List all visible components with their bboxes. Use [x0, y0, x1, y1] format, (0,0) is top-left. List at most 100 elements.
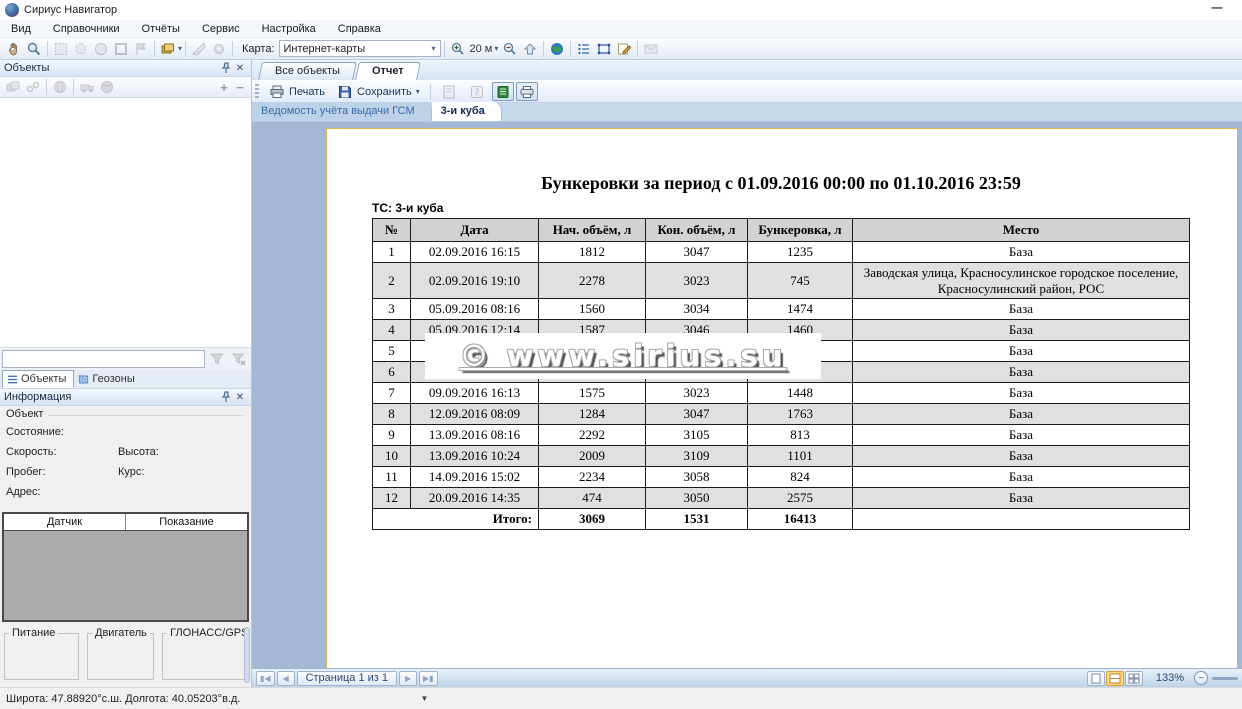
pin-icon[interactable]: [219, 390, 233, 404]
first-page-button[interactable]: ▮◀: [256, 671, 275, 686]
mail-icon[interactable]: [641, 40, 661, 58]
menu-reports[interactable]: Отчёты: [131, 21, 191, 37]
zoom-in-icon[interactable]: [448, 40, 468, 58]
marker-globe-icon[interactable]: [97, 78, 117, 96]
globe-icon[interactable]: [547, 40, 567, 58]
menu-view[interactable]: Вид: [0, 21, 42, 37]
tab-objects[interactable]: Объекты: [2, 370, 74, 388]
toolbar-separator: [185, 41, 186, 57]
add-group-icon[interactable]: [3, 78, 23, 96]
objects-list[interactable]: [0, 98, 251, 348]
zoom-slider[interactable]: [1212, 677, 1238, 680]
select-polygon-icon[interactable]: [71, 40, 91, 58]
ruler-icon[interactable]: [189, 40, 209, 58]
pin-icon[interactable]: [219, 61, 233, 75]
close-icon[interactable]: ✕: [233, 390, 247, 404]
toolbar-grip[interactable]: [255, 84, 259, 100]
table-cell-date: 13.09.2016 08:16: [411, 425, 539, 446]
last-page-button[interactable]: ▶▮: [419, 671, 438, 686]
table-cell-date: 13.09.2016 10:24: [411, 446, 539, 467]
title-bar: Сириус Навигатор —: [0, 0, 1242, 20]
collapse-all-button[interactable]: −: [232, 79, 248, 95]
table-cell-place: Заводская улица, Красносулинское городск…: [853, 263, 1190, 299]
home-view-icon[interactable]: [520, 40, 540, 58]
page-setup-button[interactable]: [436, 82, 462, 101]
single-page-view-button[interactable]: [1087, 671, 1105, 686]
select-circle-icon[interactable]: [91, 40, 111, 58]
toolbar-separator: [154, 41, 155, 57]
tab-fuel-ledger[interactable]: Ведомость учёта выдачи ГСМ: [252, 102, 432, 121]
report-view-toggle-button[interactable]: [492, 82, 514, 101]
glonass-label: ГЛОНАСС/GPS: [167, 627, 251, 639]
selection-frame-icon[interactable]: [594, 40, 614, 58]
sensor-col-header: Датчик: [4, 514, 126, 530]
next-page-button[interactable]: ▶: [399, 671, 417, 686]
search-input[interactable]: [2, 350, 205, 368]
map-source-select[interactable]: Интернет-карты ▾: [279, 40, 441, 57]
zoom-level-select[interactable]: 20 м ▾: [470, 43, 499, 55]
minimize-button[interactable]: —: [1206, 2, 1228, 16]
expand-all-button[interactable]: +: [216, 79, 232, 95]
save-button[interactable]: Сохранить ▾: [332, 82, 425, 101]
table-cell-end: 3109: [646, 446, 748, 467]
close-icon[interactable]: ✕: [233, 61, 247, 75]
sensor-table: Датчик Показание: [2, 512, 249, 622]
print-preview-button[interactable]: [516, 82, 538, 101]
toolbar-separator: [543, 41, 544, 57]
tab-geozones[interactable]: Геозоны: [74, 370, 141, 388]
total-end-vol: 1531: [646, 509, 748, 530]
table-cell-end: 3050: [646, 488, 748, 509]
menu-directories[interactable]: Справочники: [42, 21, 131, 37]
globe-small-icon[interactable]: [50, 78, 70, 96]
zoom-select-icon[interactable]: [24, 40, 44, 58]
table-header-row: № Дата Нач. объём, л Кон. объём, л Бунке…: [373, 219, 1190, 242]
layers-dropdown-caret[interactable]: ▾: [178, 44, 182, 53]
table-row: 1220.09.2016 14:3547430502575База: [373, 488, 1190, 509]
legend-list-icon[interactable]: [574, 40, 594, 58]
menu-settings[interactable]: Настройка: [251, 21, 327, 37]
status-dropdown-caret[interactable]: ▼: [420, 694, 428, 703]
layers-icon[interactable]: [158, 40, 178, 58]
tab-3i-kuba[interactable]: 3-и куба: [432, 102, 502, 121]
print-button[interactable]: Печать: [264, 82, 330, 101]
pan-hand-icon[interactable]: [4, 40, 24, 58]
fit-width-view-button[interactable]: [1106, 671, 1124, 686]
multi-page-view-button[interactable]: [1125, 671, 1143, 686]
table-cell-fuel: 1474: [748, 299, 853, 320]
col-header-start-vol: Нач. объём, л: [539, 219, 646, 242]
scrollbar[interactable]: [244, 627, 250, 683]
menu-help[interactable]: Справка: [327, 21, 392, 37]
table-row: 1013.09.2016 10:24200931091101База: [373, 446, 1190, 467]
vehicle-icon[interactable]: [77, 78, 97, 96]
table-cell-start: 474: [539, 488, 646, 509]
window-title: Сириус Навигатор: [24, 4, 117, 16]
tab-report[interactable]: Отчет: [355, 62, 421, 80]
select-area-icon[interactable]: [111, 40, 131, 58]
reading-col-header: Показание: [126, 514, 247, 530]
clear-filter-icon[interactable]: [229, 350, 249, 368]
table-cell-n: 9: [373, 425, 411, 446]
edit-note-icon[interactable]: [614, 40, 634, 58]
objects-panel-header: Объекты ✕: [0, 60, 251, 77]
menu-service[interactable]: Сервис: [191, 21, 251, 37]
table-cell-place: База: [853, 362, 1190, 383]
save-dropdown-caret[interactable]: ▾: [416, 87, 420, 96]
col-header-bunkering: Бункеровка, л: [748, 219, 853, 242]
zoom-out-button[interactable]: −: [1194, 671, 1208, 685]
zoom-out-icon[interactable]: [500, 40, 520, 58]
table-cell-n: 10: [373, 446, 411, 467]
select-rect-icon[interactable]: [51, 40, 71, 58]
table-cell-date: 09.09.2016 16:13: [411, 383, 539, 404]
table-row: 202.09.2016 19:1022783023745Заводская ул…: [373, 263, 1190, 299]
total-label: Итого:: [373, 509, 539, 530]
prev-page-button[interactable]: ◀: [277, 671, 295, 686]
filter-icon[interactable]: [207, 350, 227, 368]
table-cell-place: База: [853, 242, 1190, 263]
objects-panel-title: Объекты: [4, 62, 219, 74]
help-button[interactable]: ?: [464, 82, 490, 101]
gear-icon[interactable]: [209, 40, 229, 58]
tab-all-objects[interactable]: Все объекты: [258, 62, 357, 80]
toolbar-separator: [637, 41, 638, 57]
flag-icon[interactable]: [131, 40, 151, 58]
link-icon[interactable]: [23, 78, 43, 96]
